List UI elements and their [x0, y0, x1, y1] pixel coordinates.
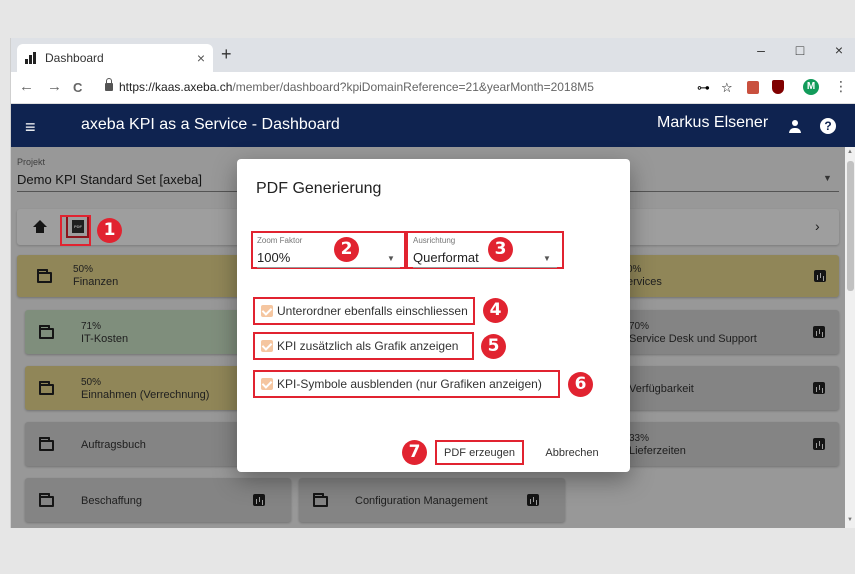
pdf-extension-icon[interactable] — [747, 81, 759, 94]
orientation-underline — [413, 267, 557, 268]
scrollbar-thumb[interactable] — [847, 161, 854, 291]
cancel-button[interactable]: Abbrechen — [537, 447, 607, 459]
marker-2: 2 — [334, 237, 359, 262]
page-scrollbar[interactable]: ▲ ▼ — [845, 147, 855, 528]
marker-4: 4 — [483, 298, 508, 323]
pdf-icon-highlight — [60, 215, 91, 246]
forward-button[interactable]: → — [47, 78, 62, 95]
ublock-extension-icon[interactable] — [772, 80, 784, 94]
checkbox-checked-icon — [261, 305, 273, 317]
zoom-underline — [257, 267, 400, 268]
marker-5: 5 — [481, 334, 506, 359]
marker-3: 3 — [488, 237, 513, 262]
subfolders-checkbox[interactable]: Unterordner ebenfalls einschliessen — [257, 300, 473, 324]
maximize-button[interactable]: □ — [785, 42, 815, 58]
checkbox-checked-icon — [261, 340, 273, 352]
scroll-up-icon[interactable]: ▲ — [847, 149, 853, 155]
subfolders-label: Unterordner ebenfalls einschliessen — [277, 304, 468, 318]
zoom-dropdown-icon[interactable]: ▼ — [387, 254, 395, 263]
minimize-button[interactable]: – — [746, 42, 776, 58]
profile-avatar[interactable]: M — [803, 79, 819, 95]
marker-1: 1 — [97, 218, 122, 243]
zoom-select[interactable]: 100% — [257, 250, 290, 265]
graphic-label: KPI zusätzlich als Grafik anzeigen — [277, 339, 459, 353]
url-host: https://kaas.axeba.ch — [119, 80, 233, 94]
address-bar: ← → C https://kaas.axeba.ch/member/dashb… — [11, 72, 855, 104]
back-button[interactable]: ← — [19, 78, 34, 95]
marker-7: 7 — [402, 440, 427, 465]
pdf-dialog: PDF Generierung Zoom Faktor 100% ▼ 2 Aus… — [237, 159, 630, 472]
person-icon[interactable] — [788, 120, 802, 134]
orientation-dropdown-icon[interactable]: ▼ — [543, 254, 551, 263]
hamburger-menu-icon[interactable]: ≡ — [25, 117, 36, 138]
zoom-label: Zoom Faktor — [257, 236, 303, 245]
dialog-title: PDF Generierung — [256, 180, 382, 197]
scroll-down-icon[interactable]: ▼ — [847, 517, 853, 523]
close-window-button[interactable]: × — [824, 42, 854, 58]
graphic-checkbox[interactable]: KPI zusätzlich als Grafik anzeigen — [257, 335, 472, 359]
hide-symbols-checkbox[interactable]: KPI-Symbole ausblenden (nur Grafiken anz… — [257, 373, 557, 397]
key-icon[interactable]: ⊶ — [697, 80, 710, 96]
create-pdf-button[interactable]: PDF erzeugen — [437, 447, 522, 459]
tab-close-icon[interactable]: × — [197, 50, 205, 66]
user-name: Markus Elsener — [657, 114, 769, 131]
browser-menu-icon[interactable]: ⋮ — [834, 78, 848, 95]
tab-bar: Dashboard × + – □ × — [11, 38, 855, 72]
tab-title: Dashboard — [45, 51, 104, 65]
marker-6: 6 — [568, 372, 593, 397]
lock-icon — [105, 78, 113, 91]
url-field[interactable]: https://kaas.axeba.ch/member/dashboard?k… — [119, 80, 594, 94]
checkbox-checked-icon — [261, 378, 273, 390]
app-title: axeba KPI as a Service - Dashboard — [81, 116, 340, 133]
orientation-select[interactable]: Querformat — [413, 250, 479, 265]
orientation-label: Ausrichtung — [413, 236, 456, 245]
hide-symbols-label: KPI-Symbole ausblenden (nur Grafiken anz… — [277, 377, 542, 391]
url-path: /member/dashboard?kpiDomainReference=21&… — [232, 80, 594, 94]
app-header: ≡ axeba KPI as a Service - Dashboard Mar… — [11, 104, 855, 147]
tab-dashboard[interactable]: Dashboard × — [17, 44, 213, 72]
new-tab-button[interactable]: + — [221, 44, 232, 65]
reload-button[interactable]: C — [73, 80, 82, 95]
dashboard-favicon-icon — [25, 52, 39, 64]
help-icon[interactable]: ? — [820, 118, 836, 134]
browser-window: Dashboard × + – □ × ← → C https://kaas.a… — [10, 38, 855, 528]
bookmark-star-icon[interactable]: ☆ — [721, 80, 733, 96]
